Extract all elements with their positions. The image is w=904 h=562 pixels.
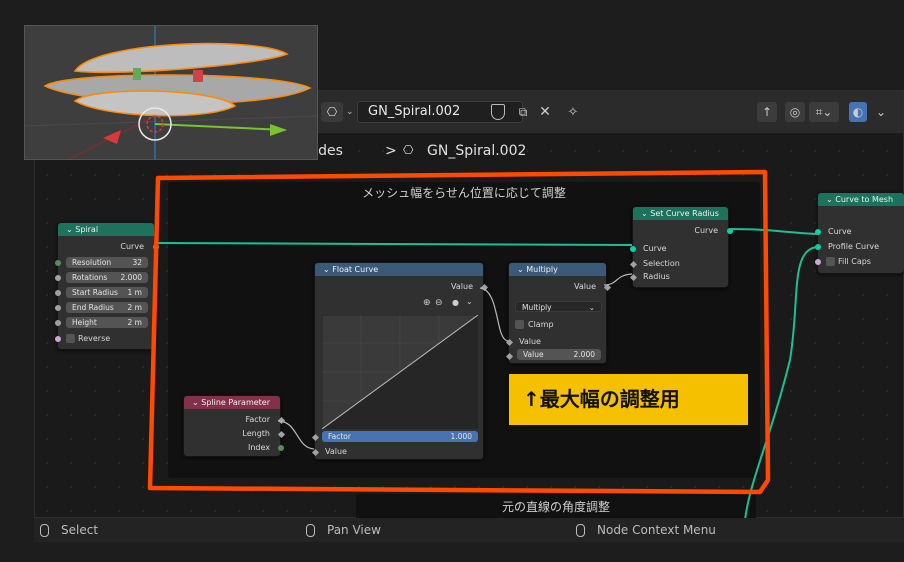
clamp-label: Clamp [528,320,554,329]
fake-user-shield-icon[interactable] [491,104,505,120]
socket-label: Radius [643,272,670,281]
height-socket[interactable] [55,320,61,326]
chevron-down-icon[interactable]: ⌄ [466,297,473,306]
chevron-down-icon: ⌄ [826,195,836,204]
parent-tree-icon[interactable]: ↑ [757,102,777,122]
fill-caps-socket[interactable] [815,259,821,265]
start-radius-field[interactable]: Start Radius 1 m [66,287,148,298]
annotation-note: ↑最大幅の調整用 [509,374,748,425]
mouse-right-icon [576,523,585,537]
socket-label: Fill Caps [838,257,871,266]
socket-label: Value [519,337,541,346]
spiral-mesh-preview [25,26,317,159]
socket-label: Curve [643,244,667,253]
chevron-down-icon[interactable]: ⌄ [871,102,891,122]
socket-label: Value [325,447,347,456]
factor-field[interactable]: Factor 1.000 [322,431,478,442]
overlay-dropdown[interactable]: ⌗⌄ [809,102,839,122]
end-radius-socket[interactable] [55,305,61,311]
viewport-preview[interactable] [24,25,318,160]
value2-field[interactable]: Value 2.000 [517,349,601,360]
index-output-socket[interactable] [278,445,284,451]
end-radius-field[interactable]: End Radius 2 m [66,302,148,313]
resolution-field[interactable]: Resolution 32 [66,257,148,268]
duplicate-icon[interactable]: ⧉ [513,102,533,122]
curve-to-mesh-node[interactable]: ⌄ Curve to Mesh Curve Profile Curve Fill… [815,192,904,274]
status-select: Select [40,518,98,542]
mouse-left-icon [40,523,49,537]
curve-mapping-widget[interactable] [322,315,478,429]
spiral-node[interactable]: ⌄ Spiral Curve Resolution 32 Rotations 2.0… [55,222,159,350]
start-radius-socket[interactable] [55,290,61,296]
node-header[interactable]: ⌄ Set Curve Radius [633,207,728,220]
factor-socket[interactable] [311,433,320,442]
reverse-socket[interactable] [55,336,61,342]
pin-icon[interactable]: ✧ [563,102,583,122]
chevron-down-icon: ⌄ [346,107,354,117]
height-field[interactable]: Height 2 m [66,317,148,328]
chevron-down-icon: ⌄ [192,398,202,407]
resolution-socket[interactable] [55,260,61,266]
multiply-node[interactable]: ⌄ Multiply Value Multiply ⌄ Clamp Value V… [505,262,612,364]
chevron-down-icon: ⌄ [588,303,595,312]
frame-label: メッシュ幅をらせん位置に応じて調整 [362,186,566,200]
chevron-down-icon: ⌄ [641,209,651,218]
chevron-down-icon[interactable]: ⌄ [66,225,75,234]
blender-window: ⎔ ⌄ GN_Spiral.002 ⧉ ✕ ✧ ↑ ◎ ⌗⌄ ◐ ⌄ ryNod… [0,0,904,562]
curve-output-socket[interactable] [727,228,733,234]
close-icon[interactable]: ✕ [535,102,555,122]
socket-label: Profile Curve [828,242,880,251]
socket-label: Selection [643,259,680,268]
value2-input-socket[interactable] [505,352,514,361]
node-header[interactable]: ⌄ Multiply [509,263,606,276]
socket-label: Factor [245,415,271,424]
node-header[interactable]: ⌄ Curve to Mesh [818,193,904,206]
rotations-socket[interactable] [55,275,61,281]
breadcrumb-current: GN_Spiral.002 [427,143,527,159]
mouse-middle-icon [306,523,315,537]
status-context: Node Context Menu [576,518,716,542]
node-tree-type-dropdown[interactable]: ⎔ ⌄ [321,102,354,122]
zoom-out-icon[interactable]: ⊖ [435,298,443,308]
chevron-down-icon: ⌄ [323,265,333,274]
socket-row: Curve [694,226,718,235]
chevron-down-icon: ⌄ [517,265,527,274]
socket-row: Curve [120,242,144,251]
status-pan: Pan View [306,518,381,542]
node-tree-icon: ⎔ [403,143,414,157]
node-header[interactable]: ⌄ Float Curve [315,263,483,276]
status-bar: Select Pan View Node Context Menu [34,518,904,542]
socket-label: Index [247,443,270,452]
socket-row: Value [451,282,473,291]
socket-row: Value [574,282,596,291]
operation-dropdown[interactable]: Multiply ⌄ [515,301,602,312]
set-curve-radius-node[interactable]: ⌄ Set Curve Radius Curve Curve Selection… [629,206,733,288]
frame-label: 元の直線の角度調整 [501,500,610,514]
rotations-field[interactable]: Rotations 2.000 [66,272,148,283]
node-header[interactable]: ⌄ Spiral [58,223,154,236]
curve-output-socket[interactable] [153,244,159,250]
snap-icon[interactable]: ◎ [785,102,805,122]
zoom-in-icon[interactable]: ⊕ [423,298,431,308]
node-tree-icon: ⎔ [321,102,343,122]
breadcrumb-separator: > [385,143,397,159]
settings-dot-icon[interactable]: ● [452,298,459,307]
node-header[interactable]: ⌄ Spline Parameter [184,396,280,409]
socket-label: Length [242,429,270,438]
socket-label: Curve [828,227,852,236]
spline-parameter-node[interactable]: ⌄ Spline Parameter Factor Length Index [183,395,286,457]
float-curve-node[interactable]: ⌄ Float Curve Value ⊕ ⊖ ● ⌄ Factor 1.000 … [311,262,489,460]
reverse-label: Reverse [78,334,111,343]
node-wrangler-icon[interactable]: ◐ [849,102,867,122]
